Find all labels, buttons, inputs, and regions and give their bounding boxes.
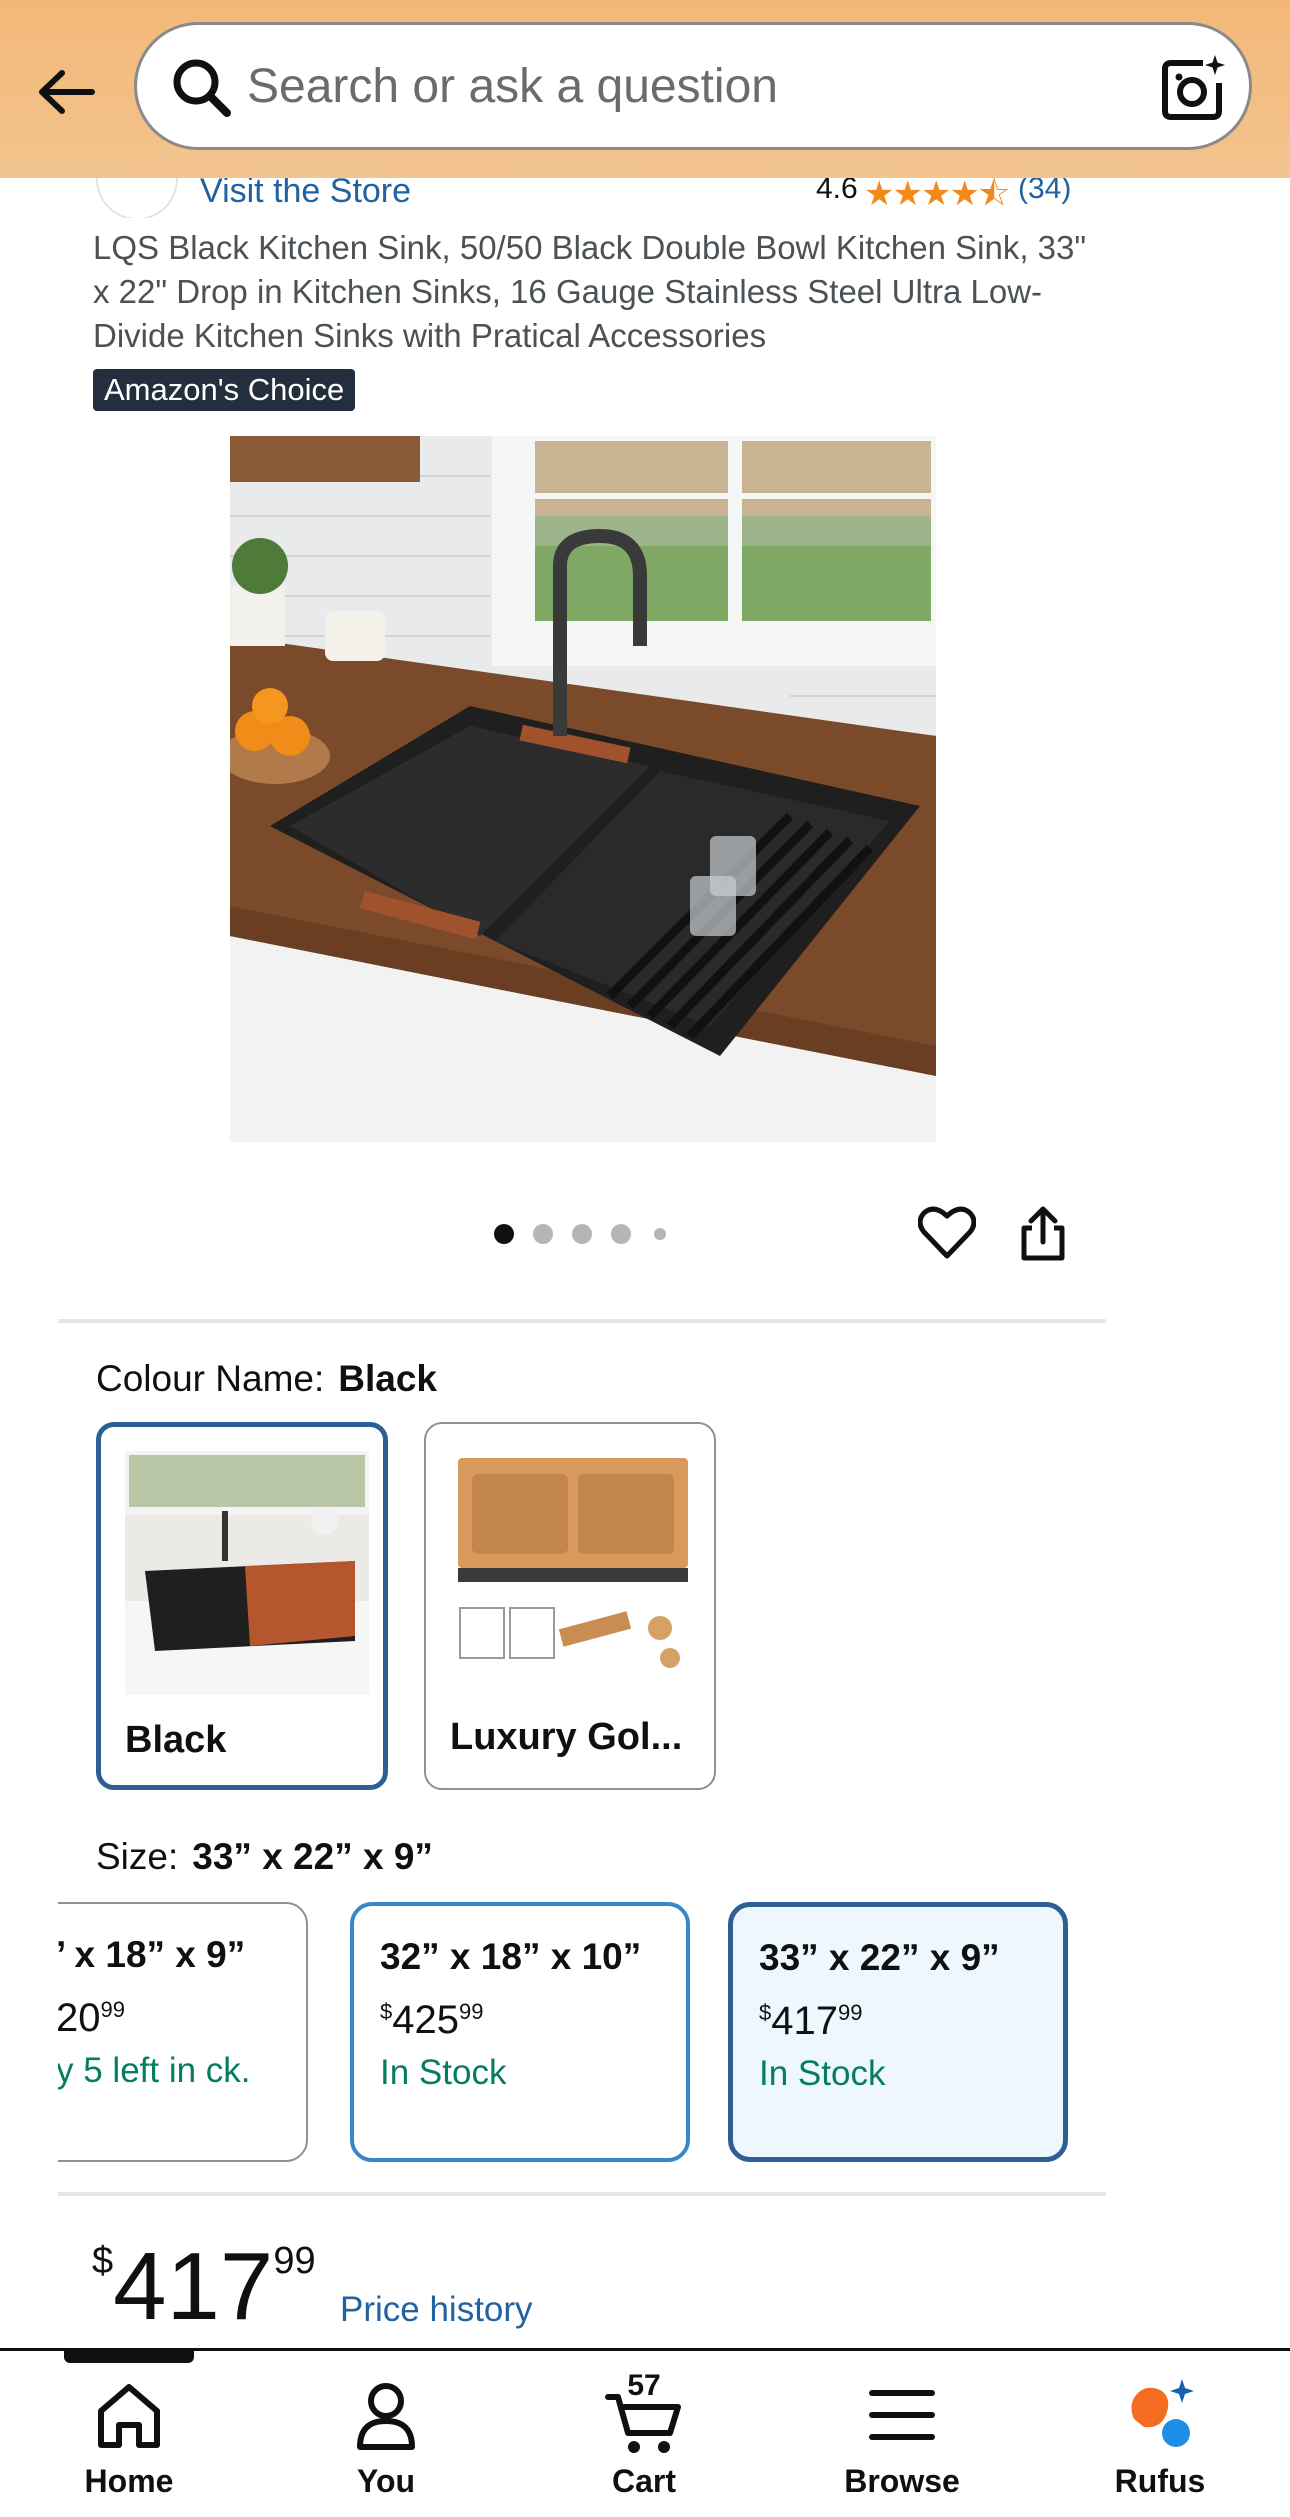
size-stock-status: In Stock <box>759 2054 886 2093</box>
size-dimension: 33” x 22” x 9” <box>759 1937 1000 1978</box>
store-rating-row: Visit the Store 4.6 ★★★★⯪ (34) <box>0 178 1290 218</box>
section-divider <box>58 1319 1106 1323</box>
nav-label: You <box>356 2463 416 2499</box>
black-sink-thumbnail <box>125 1451 369 1695</box>
nav-rufus[interactable]: Rufus <box>1060 2351 1260 2517</box>
size-dimension: ’ x 18” x 9” <box>58 1934 246 1975</box>
menu-icon <box>869 2390 935 2440</box>
kitchen-sink-photo <box>230 436 936 1142</box>
rating-count-link[interactable]: (34) <box>1018 178 1071 206</box>
search-bar[interactable] <box>134 22 1252 150</box>
size-stock-status: y 5 left in ck. <box>58 2051 251 2090</box>
nav-label: Rufus <box>1114 2463 1206 2499</box>
gold-sink-thumbnail <box>450 1448 694 1692</box>
image-carousel-dots[interactable] <box>490 1222 680 1246</box>
star-rating-icon[interactable]: ★★★★⯪ <box>864 178 1010 218</box>
add-to-wishlist-button[interactable] <box>917 1204 977 1260</box>
selected-colour: Black <box>338 1358 437 1399</box>
cart-icon <box>605 2394 681 2453</box>
selected-size: 33” x 22” x 9” <box>192 1836 433 1877</box>
home-icon <box>98 2384 160 2448</box>
camera-lens-icon[interactable] <box>1157 53 1227 123</box>
size-options-carousel[interactable]: ’ x 18” x 9” 2099 y 5 left in ck. 32” x … <box>58 1898 1106 2168</box>
nav-cart[interactable]: 57 Cart <box>544 2351 744 2517</box>
nav-browse[interactable]: Browse <box>802 2351 1002 2517</box>
share-button[interactable] <box>1018 1206 1068 1262</box>
user-icon <box>357 2383 415 2450</box>
nav-label: Browse <box>844 2463 960 2499</box>
nav-label: Home <box>84 2463 174 2499</box>
product-title: LQS Black Kitchen Sink, 50/50 Black Doub… <box>93 229 1087 354</box>
colour-option-black[interactable]: Black <box>96 1422 388 1790</box>
size-label: Size: 33” x 22” x 9” <box>96 1836 433 1877</box>
heart-icon <box>917 1206 977 1259</box>
size-price: 2099 <box>58 1996 125 2040</box>
colour-option-luxury-gold[interactable]: Luxury Gol... <box>424 1422 716 1790</box>
carousel-dot[interactable] <box>654 1228 666 1240</box>
search-input[interactable] <box>247 25 1107 147</box>
size-stock-status: In Stock <box>380 2053 507 2092</box>
carousel-dot[interactable] <box>494 1224 514 1244</box>
amazons-choice-badge: Amazon's Choice <box>93 369 356 411</box>
product-image[interactable] <box>230 436 936 1142</box>
carousel-dot[interactable] <box>533 1224 553 1244</box>
share-icon <box>1021 1206 1065 1261</box>
colour-option-label: Luxury Gol... <box>450 1716 683 1758</box>
search-icon <box>173 59 231 117</box>
colour-name-label: Colour Name: Black <box>96 1358 437 1399</box>
bottom-navigation: Home You 57 Cart Browse Rufus <box>0 2348 1290 2517</box>
size-price: $42599 <box>380 1998 484 2042</box>
size-option[interactable]: 32” x 18” x 10” $42599 In Stock <box>350 1902 690 2162</box>
price-history-link[interactable]: Price history <box>340 2290 533 2330</box>
size-option-selected[interactable]: 33” x 22” x 9” $41799 In Stock <box>728 1902 1068 2162</box>
size-option[interactable]: ’ x 18” x 9” 2099 y 5 left in ck. <box>58 1902 308 2162</box>
nav-you[interactable]: You <box>286 2351 486 2517</box>
back-button[interactable] <box>30 56 102 128</box>
visit-store-link[interactable]: Visit the Store <box>200 178 411 211</box>
colour-option-label: Black <box>125 1719 227 1761</box>
size-dimension: 32” x 18” x 10” <box>380 1936 642 1977</box>
product-price: $41799 <box>92 2233 316 2340</box>
rufus-assistant-icon <box>1131 2379 1194 2447</box>
section-divider <box>58 2192 1106 2196</box>
carousel-dot[interactable] <box>572 1224 592 1244</box>
top-header <box>0 0 1290 178</box>
size-price: $41799 <box>759 1999 863 2043</box>
nav-home[interactable]: Home <box>29 2351 229 2517</box>
nav-label: Cart <box>611 2463 676 2499</box>
store-logo[interactable] <box>96 178 178 218</box>
rating-value: 4.6 <box>816 178 858 205</box>
back-arrow-icon <box>39 70 95 114</box>
carousel-dot[interactable] <box>611 1224 631 1244</box>
